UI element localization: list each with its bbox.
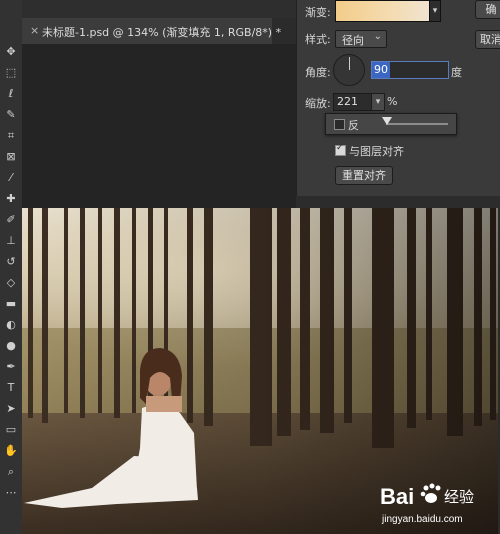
baidu-logo: Bai 经验 jingyan.baidu.com xyxy=(380,483,474,525)
frame-tool-icon[interactable]: ⊠ xyxy=(2,149,20,165)
gradient-fill-dialog: 渐变: ▾ 确 取消 样式: 径向 ⌄ 角度: 90 度 缩放: 221 ▾ %… xyxy=(296,0,500,197)
clone-stamp-tool-icon[interactable]: ⊥ xyxy=(2,233,20,249)
cancel-button[interactable]: 取消 xyxy=(475,30,500,49)
zoom-tool-icon[interactable]: ⌕ xyxy=(2,464,20,480)
angle-label: 角度: xyxy=(305,66,331,79)
move-tool-icon[interactable]: ✥ xyxy=(2,44,20,60)
gradient-preview-swatch[interactable] xyxy=(335,0,431,22)
close-tab-icon[interactable]: × xyxy=(30,24,39,37)
crop-tool-icon[interactable]: ⌗ xyxy=(2,128,20,144)
angle-value: 90 xyxy=(372,62,390,78)
layers-panel-strip xyxy=(296,196,500,208)
gradient-tool-icon[interactable]: ▬ xyxy=(2,296,20,312)
gradient-label: 渐变: xyxy=(305,6,331,19)
paw-icon xyxy=(420,483,441,503)
style-select[interactable]: 径向 ⌄ xyxy=(335,30,387,48)
scale-label: 缩放: xyxy=(305,97,331,110)
scale-unit: % xyxy=(387,95,398,108)
angle-dial[interactable] xyxy=(333,54,365,86)
scale-slider-track[interactable] xyxy=(386,123,448,125)
style-value: 径向 xyxy=(342,34,364,47)
dodge-tool-icon[interactable]: ● xyxy=(2,338,20,354)
quick-select-tool-icon[interactable]: ✎ xyxy=(2,107,20,123)
healing-brush-tool-icon[interactable]: ✚ xyxy=(2,191,20,207)
brush-tool-icon[interactable]: ✐ xyxy=(2,212,20,228)
reverse-label: 反 xyxy=(348,119,359,132)
scale-slider-thumb[interactable] xyxy=(382,117,392,125)
scale-slider-toggle[interactable]: ▾ xyxy=(371,93,385,111)
baidu-jingyan-watermark: Bai 经验 jingyan.baidu.com xyxy=(380,478,496,528)
eyedropper-tool-icon[interactable]: ⁄ xyxy=(2,170,20,186)
lasso-tool-icon[interactable]: ℓ xyxy=(2,86,20,102)
path-select-tool-icon[interactable]: ➤ xyxy=(2,401,20,417)
scale-input[interactable]: 221 xyxy=(333,93,375,111)
chevron-updown-icon: ⌄ xyxy=(373,31,382,42)
style-label: 样式: xyxy=(305,33,331,46)
marquee-tool-icon[interactable]: ⬚ xyxy=(2,65,20,81)
document-tab-title: 未标题-1.psd @ 134% (渐变填充 1, RGB/8*) * xyxy=(42,26,282,39)
blur-tool-icon[interactable]: ◐ xyxy=(2,317,20,333)
document-tab[interactable]: × 未标题-1.psd @ 134% (渐变填充 1, RGB/8*) * xyxy=(22,18,281,45)
reset-align-button[interactable]: 重置对齐 xyxy=(335,166,393,185)
brand-text: Bai xyxy=(380,484,414,509)
tools-panel: ✥ ⬚ ℓ ✎ ⌗ ⊠ ⁄ ✚ ✐ ⊥ ↺ ◇ ▬ ◐ ● ✒ T ➤ ▭ ✋ ⌕ ⋯ xyxy=(0,0,23,534)
type-tool-icon[interactable]: T xyxy=(2,380,20,396)
scale-value: 221 xyxy=(337,95,358,108)
align-with-layer-label: 与图层对齐 xyxy=(349,145,404,158)
pen-tool-icon[interactable]: ✒ xyxy=(2,359,20,375)
scale-slider-popup: 反 xyxy=(325,113,457,135)
gradient-picker-dropdown[interactable]: ▾ xyxy=(429,0,441,22)
align-with-layer-checkbox[interactable] xyxy=(335,143,346,156)
eraser-tool-icon[interactable]: ◇ xyxy=(2,275,20,291)
chevron-down-icon: ▾ xyxy=(375,97,381,107)
shape-tool-icon[interactable]: ▭ xyxy=(2,422,20,438)
hand-tool-icon[interactable]: ✋ xyxy=(2,443,20,459)
ok-button[interactable]: 确 xyxy=(475,0,500,19)
brand-suffix: 经验 xyxy=(444,488,474,506)
reverse-checkbox[interactable] xyxy=(334,119,345,130)
more-tools-icon[interactable]: ⋯ xyxy=(2,485,20,501)
watermark-url: jingyan.baidu.com xyxy=(381,514,463,525)
angle-unit: 度 xyxy=(451,66,462,79)
history-brush-tool-icon[interactable]: ↺ xyxy=(2,254,20,270)
chevron-down-icon: ▾ xyxy=(432,6,438,16)
angle-input[interactable]: 90 xyxy=(371,61,449,79)
